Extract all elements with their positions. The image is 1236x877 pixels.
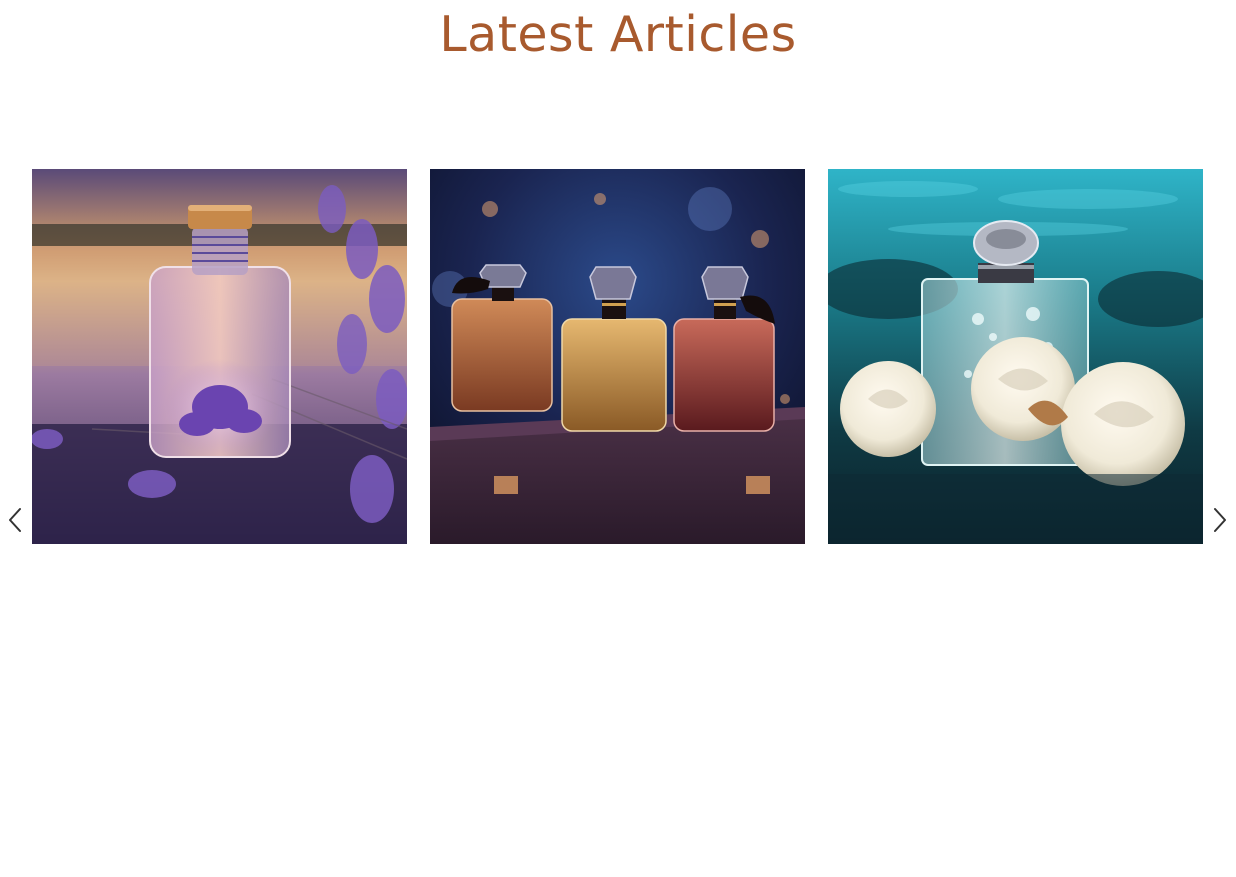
article-card-1[interactable] <box>32 169 407 544</box>
carousel-next-button[interactable] <box>1208 506 1232 534</box>
latest-articles-page: Latest Articles <box>0 0 1236 877</box>
section-title: Latest Articles <box>439 6 797 63</box>
articles-carousel <box>0 169 1236 544</box>
article-image-rose-perfume-water <box>828 169 1203 544</box>
carousel-prev-button[interactable] <box>3 506 27 534</box>
article-card-2[interactable] <box>430 169 805 544</box>
article-image-three-perfume-bottles <box>430 169 805 544</box>
chevron-left-icon <box>9 508 21 532</box>
article-image-lavender-perfume <box>32 169 407 544</box>
chevron-right-icon <box>1214 508 1226 532</box>
article-card-3[interactable] <box>828 169 1203 544</box>
